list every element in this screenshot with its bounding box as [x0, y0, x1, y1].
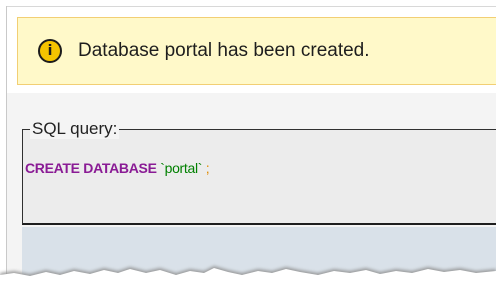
success-notice: i Database portal has been created. [17, 17, 496, 85]
query-result-screen: i Database portal has been created. SQL … [0, 0, 496, 287]
sql-query-box [22, 129, 496, 225]
info-icon: i [38, 39, 62, 63]
sql-terminator: ; [205, 160, 210, 176]
sql-keyword: CREATE DATABASE [25, 160, 157, 176]
torn-edge [0, 266, 496, 287]
sql-query-legend: SQL query: [30, 119, 120, 139]
sql-db-name: `portal` [160, 160, 203, 176]
sql-query-code[interactable]: CREATE DATABASE `portal` ; [25, 160, 210, 176]
notice-message: Database portal has been created. [78, 40, 370, 61]
frame-top-border [6, 6, 496, 7]
